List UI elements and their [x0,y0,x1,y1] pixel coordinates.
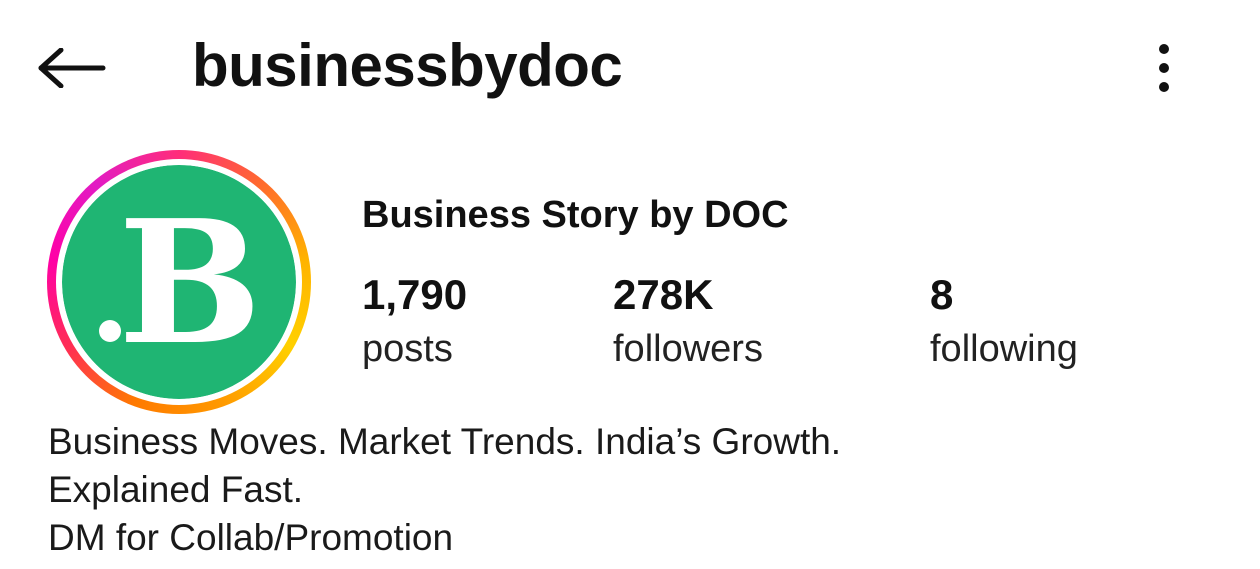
followers-count: 278K [613,271,714,318]
profile-bio: Business Moves. Market Trends. India’s G… [48,418,841,562]
stat-following[interactable]: 8 following [930,270,1078,378]
bio-line: Explained Fast. [48,469,304,510]
story-ring[interactable]: B [47,150,311,414]
posts-label: posts [362,328,453,370]
avatar-dot [99,320,121,342]
bio-line: Business Moves. Market Trends. India’s G… [48,421,842,462]
stat-posts[interactable]: 1,790 posts [362,270,467,378]
back-button[interactable] [36,38,108,98]
story-ring-gap: B [56,159,302,405]
followers-label: followers [613,328,763,370]
posts-count: 1,790 [362,271,468,318]
more-options-button[interactable] [1140,38,1188,98]
following-label: following [930,328,1078,370]
avatar-logo-image: B [62,165,296,399]
more-vertical-icon [1159,44,1169,92]
profile-display-name: Business Story by DOC [362,194,789,236]
profile-username: businessbydoc [192,32,623,99]
arrow-left-icon [38,48,106,88]
bio-line: DM for Collab/Promotion [48,517,454,558]
following-count: 8 [930,271,954,318]
stat-followers[interactable]: 278K followers [613,270,763,378]
avatar: B [62,165,296,399]
avatar-letter: B [118,183,262,383]
